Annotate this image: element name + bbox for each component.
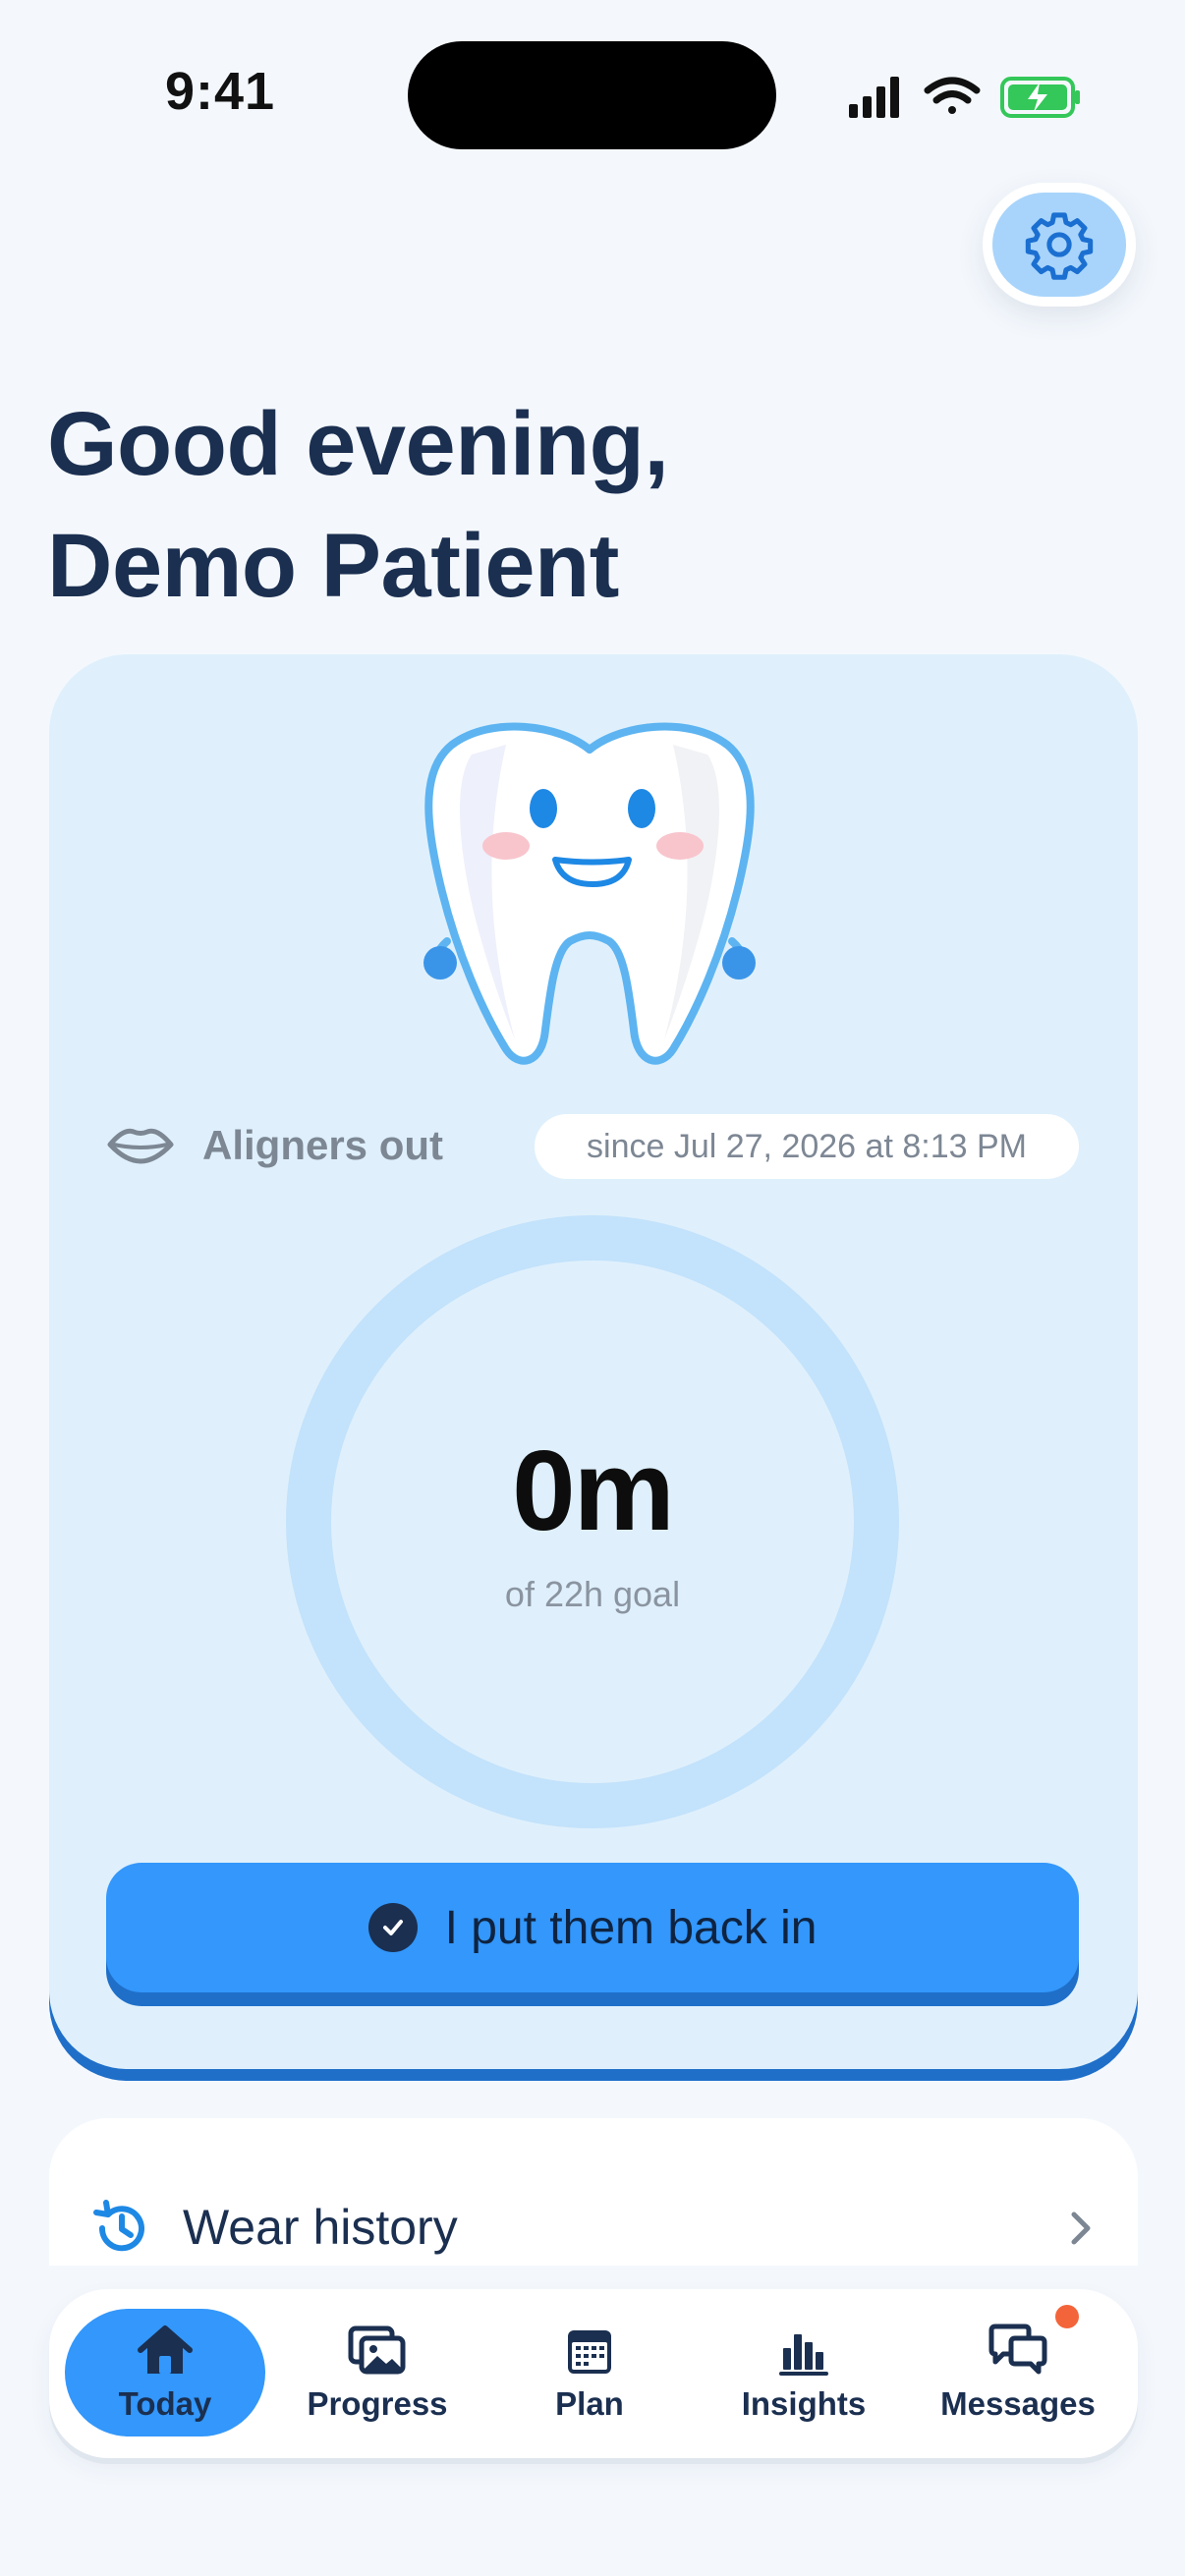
tab-messages-label: Messages: [940, 2385, 1096, 2422]
tab-progress-label: Progress: [307, 2385, 448, 2422]
tab-plan-label: Plan: [555, 2385, 624, 2422]
wifi-icon: [924, 77, 981, 114]
history-icon: [93, 2200, 144, 2252]
chevron-right-icon: [1071, 2212, 1091, 2245]
dynamic-island: [408, 41, 776, 149]
wear-history-label: Wear history: [183, 2200, 458, 2255]
put-back-in-button[interactable]: I put them back in: [106, 1863, 1079, 1992]
tab-today-label: Today: [118, 2385, 212, 2422]
greeting-line-1: Good evening,: [47, 394, 669, 494]
calendar-icon: [568, 2330, 611, 2374]
gear-icon: [1025, 212, 1094, 280]
aligner-status-label: Aligners out: [202, 1122, 444, 1168]
greeting-heading: Good evening, Demo Patient: [47, 383, 669, 627]
unread-badge: [1055, 2305, 1079, 2328]
check-circle-icon: [367, 1903, 418, 1952]
greeting-line-2: Demo Patient: [47, 516, 619, 616]
since-timestamp-pill: since Jul 27, 2026 at 8:13 PM: [535, 1114, 1079, 1179]
put-back-in-label: I put them back in: [444, 1901, 818, 1954]
chat-bubbles-icon: [988, 2324, 1047, 2375]
elapsed-time: 0m: [512, 1427, 675, 1554]
tab-plan[interactable]: Plan: [491, 2309, 688, 2436]
status-time: 9:41: [165, 62, 276, 121]
tab-today[interactable]: Today: [65, 2309, 265, 2436]
lips-icon: [107, 1128, 174, 1164]
tab-progress[interactable]: Progress: [279, 2309, 476, 2436]
tab-insights[interactable]: Insights: [705, 2309, 902, 2436]
goal-text: of 22h goal: [504, 1574, 681, 1614]
tooth-mascot-icon: [423, 722, 756, 1065]
bar-chart-icon: [779, 2334, 828, 2376]
settings-button[interactable]: [992, 193, 1126, 297]
home-icon: [138, 2325, 193, 2374]
battery-icon: [1000, 77, 1080, 118]
tab-insights-label: Insights: [741, 2385, 867, 2422]
since-timestamp: since Jul 27, 2026 at 8:13 PM: [587, 1127, 1027, 1165]
signal-icon: [849, 77, 899, 118]
status-icons: [849, 77, 1080, 118]
photos-icon: [348, 2325, 406, 2375]
tab-messages[interactable]: Messages: [920, 2309, 1116, 2436]
